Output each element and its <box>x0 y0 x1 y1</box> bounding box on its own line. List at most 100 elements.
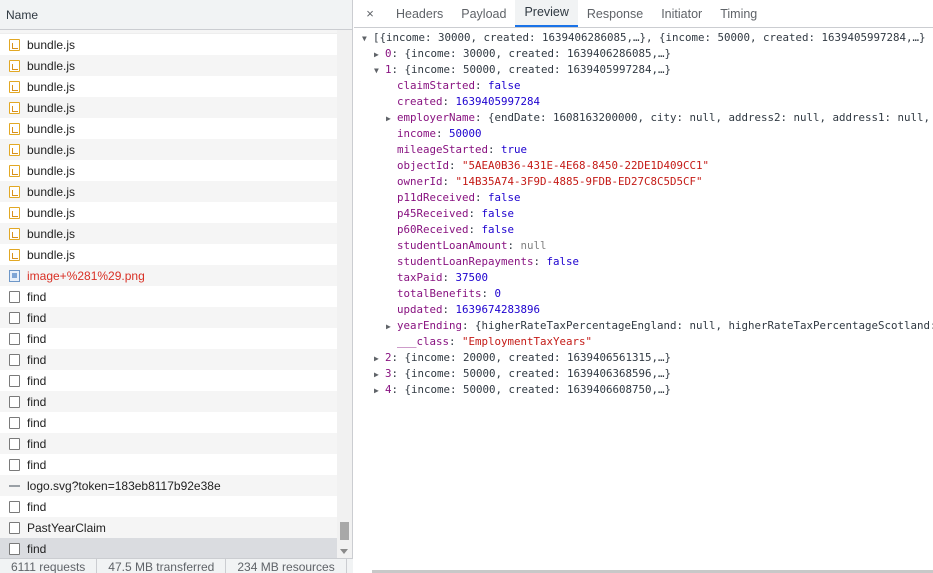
json-line: taxPaid: 37500 <box>354 270 933 286</box>
request-count: 6111 requests <box>0 559 98 573</box>
json-value: : {income: 50000, created: 1639406608750… <box>391 383 672 396</box>
tab-payload[interactable]: Payload <box>452 0 515 27</box>
close-icon[interactable]: × <box>362 0 378 27</box>
json-line[interactable]: ▶ 3: {income: 50000, created: 16394063685… <box>354 366 933 382</box>
name-column-header[interactable]: Name <box>0 0 352 30</box>
tab-preview[interactable]: Preview <box>515 0 578 27</box>
script-file-icon <box>9 227 20 240</box>
request-row[interactable]: bundle.js <box>0 34 337 55</box>
request-row[interactable]: bundle.js <box>0 118 337 139</box>
json-value: : <box>468 223 482 236</box>
json-value: : {endDate: 1608163200000, city: null, a… <box>475 111 931 124</box>
json-line[interactable]: ▶ 2: {income: 20000, created: 16394065613… <box>354 350 933 366</box>
request-row[interactable]: find <box>0 286 337 307</box>
request-row[interactable]: bundle.js <box>0 244 337 265</box>
request-row[interactable]: PastYearClaim <box>0 517 337 538</box>
tab-initiator[interactable]: Initiator <box>652 0 711 27</box>
request-name: find <box>27 289 47 304</box>
request-row[interactable]: find <box>0 349 337 370</box>
collapsed-triangle-icon[interactable]: ▶ <box>386 111 397 127</box>
json-value: "EmploymentTaxYears" <box>462 335 593 348</box>
request-row[interactable]: bundle.js <box>0 55 337 76</box>
json-value: : <box>436 127 450 140</box>
script-file-icon <box>9 143 20 156</box>
collapsed-triangle-icon[interactable]: ▶ <box>374 383 385 399</box>
request-name: find <box>27 310 47 325</box>
json-line[interactable]: ▼ [{income: 30000, created: 1639406286085… <box>354 30 933 46</box>
scrollbar-thumb[interactable] <box>340 522 349 540</box>
request-name: find <box>27 331 47 346</box>
json-key: studentLoanAmount <box>397 239 508 252</box>
json-value: false <box>488 191 521 204</box>
finish-time: Fi <box>347 559 353 573</box>
tab-timing[interactable]: Timing <box>711 0 766 27</box>
json-key: yearEnding <box>397 319 463 332</box>
request-list-scrollbar[interactable] <box>337 30 352 558</box>
json-line[interactable]: ▶ 4: {income: 50000, created: 16394066087… <box>354 382 933 398</box>
details-tab-bar: × Headers Payload Preview Response Initiator… <box>354 0 933 28</box>
json-value: : <box>488 143 502 156</box>
expanded-triangle-icon[interactable]: ▼ <box>362 31 373 47</box>
collapsed-triangle-icon[interactable]: ▶ <box>374 47 385 63</box>
request-row[interactable]: find <box>0 391 337 412</box>
script-file-icon <box>9 38 20 51</box>
json-key: created <box>397 95 443 108</box>
request-row[interactable]: bundle.js <box>0 139 337 160</box>
json-key: p11dReceived <box>397 191 476 204</box>
request-row[interactable]: bundle.js <box>0 97 337 118</box>
request-name: bundle.js <box>27 184 76 199</box>
request-row[interactable]: find <box>0 412 337 433</box>
scroll-down-arrow-icon[interactable] <box>340 549 348 554</box>
json-value: : {income: 50000, created: 1639406368596… <box>391 367 672 380</box>
json-key: p60Received <box>397 223 469 236</box>
json-line: objectId: "5AEA0B36-431E-4E68-8450-22DE1… <box>354 158 933 174</box>
request-name: image+%281%29.png <box>27 268 145 283</box>
json-value: false <box>488 79 521 92</box>
transferred-size: 47.5 MB transferred <box>97 559 227 573</box>
json-value: 37500 <box>455 271 489 284</box>
request-name: bundle.js <box>27 58 76 73</box>
json-value: "5AEA0B36-431E-4E68-8450-22DE1D409CC1" <box>462 159 710 172</box>
network-status-bar: 6111 requests 47.5 MB transferred 234 MB… <box>0 558 353 573</box>
json-value: false <box>481 207 515 220</box>
request-row[interactable]: find <box>0 307 337 328</box>
json-value: : <box>449 335 463 348</box>
request-row[interactable]: bundle.js <box>0 181 337 202</box>
request-name: find <box>27 352 47 367</box>
json-key: claimStarted <box>397 79 476 92</box>
request-row[interactable]: bundle.js <box>0 160 337 181</box>
json-value: : {higherRateTaxPercentageEngland: null,… <box>462 319 933 332</box>
request-name: bundle.js <box>27 247 76 262</box>
collapsed-triangle-icon[interactable]: ▶ <box>386 319 397 335</box>
request-row[interactable]: image+%281%29.png <box>0 265 337 286</box>
request-row[interactable]: find <box>0 328 337 349</box>
tab-response[interactable]: Response <box>578 0 652 27</box>
json-value: : {income: 20000, created: 1639406561315… <box>391 351 672 364</box>
json-line: p60Received: false <box>354 222 933 238</box>
request-row[interactable]: bundle.js <box>0 76 337 97</box>
request-row[interactable]: find <box>0 496 337 517</box>
request-name: bundle.js <box>27 163 76 178</box>
collapsed-triangle-icon[interactable]: ▶ <box>374 367 385 383</box>
tab-headers[interactable]: Headers <box>387 0 452 27</box>
request-row[interactable]: find <box>0 538 337 558</box>
json-line[interactable]: ▶ employerName: {endDate: 1608163200000, … <box>354 110 933 126</box>
request-row[interactable]: find <box>0 454 337 475</box>
json-line[interactable]: ▶ 0: {income: 30000, created: 16394062860… <box>354 46 933 62</box>
json-line[interactable]: ▼ 1: {income: 50000, created: 16394059972… <box>354 62 933 78</box>
request-row[interactable]: logo.svg?token=183eb8117b92e38e <box>0 475 337 496</box>
resources-size: 234 MB resources <box>226 559 347 573</box>
script-file-icon <box>9 59 20 72</box>
request-row[interactable]: find <box>0 433 337 454</box>
request-row[interactable]: bundle.js <box>0 223 337 244</box>
request-name: bundle.js <box>27 226 76 241</box>
expanded-triangle-icon[interactable]: ▼ <box>374 63 385 79</box>
request-name: find <box>27 373 47 388</box>
request-row[interactable]: find <box>0 370 337 391</box>
json-key: income <box>397 127 437 140</box>
request-row[interactable]: bundle.js <box>0 202 337 223</box>
collapsed-triangle-icon[interactable]: ▶ <box>374 351 385 367</box>
json-value: : <box>475 79 489 92</box>
json-line[interactable]: ▶ yearEnding: {higherRateTaxPercentageEng… <box>354 318 933 334</box>
json-key: ownerId <box>397 175 443 188</box>
